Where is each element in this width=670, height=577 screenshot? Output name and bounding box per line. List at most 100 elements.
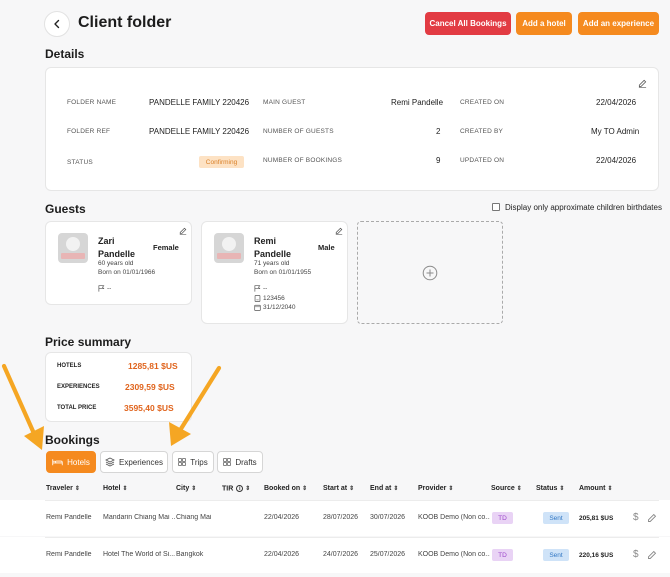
updated-on-value: 22/04/2026 [596,156,637,165]
status-badge: Sent [543,512,569,524]
approx-birthdates-label: Display only approximate children birthd… [505,203,662,212]
column-header-traveler[interactable]: Traveler ⇕ [46,485,80,492]
amount-cell: 220,16 $US [579,552,614,559]
sort-icon: ⇕ [607,486,613,492]
main-guest-label: MAIN GUEST [263,99,306,106]
edit-guest-icon[interactable] [335,227,343,235]
guest-first-name: Remi [254,236,277,246]
column-header-start-at[interactable]: Start at ⇕ [323,485,354,492]
number-of-guests-label: NUMBER OF GUESTS [263,128,334,135]
edit-booking-icon[interactable] [647,550,657,560]
layers-icon [105,457,115,467]
status-label: STATUS [67,159,93,166]
column-header-status[interactable]: Status ⇕ [536,485,564,492]
info-icon: i [236,485,244,492]
payment-icon[interactable]: $ [633,512,639,523]
avatar [214,233,244,263]
city-cell: Chiang Mai [176,514,212,521]
plus-circle-icon [422,265,438,281]
booked-on-cell: 22/04/2026 [264,514,300,521]
avatar [58,233,88,263]
add-hotel-button[interactable]: Add a hotel [516,12,572,35]
payment-icon[interactable]: $ [633,549,639,560]
guest-nationality: -- [107,285,112,292]
price-summary-title: Price summary [45,335,132,349]
provider-cell: KOOB Demo (Non co... [418,551,490,558]
back-button[interactable] [44,11,70,37]
sort-icon: ⇕ [245,486,251,493]
tab-trips[interactable]: Trips [172,451,214,473]
sort-icon: ⇕ [302,486,308,492]
tab-experiences[interactable]: Experiences [100,451,168,473]
details-title: Details [45,47,85,61]
column-header-amount[interactable]: Amount ⇕ [579,485,612,492]
passport-icon [254,295,261,302]
calendar-icon [254,304,261,311]
bed-icon [52,459,63,466]
guest-birthdate: Born on 01/01/1955 [254,269,312,276]
column-header-source[interactable]: Source ⇕ [491,485,522,492]
guest-passport-expiry: 31/12/2040 [263,304,296,311]
total-price-label: TOTAL PRICE [57,405,97,411]
created-by-label: CREATED BY [460,128,504,135]
guest-age: 71 years old [254,260,290,267]
cancel-all-bookings-button[interactable]: Cancel All Bookings [425,12,511,35]
approx-birthdates-checkbox[interactable] [492,203,500,211]
number-of-bookings-value: 9 [436,156,441,165]
hotel-cell: Hotel The World of Si... [103,551,175,558]
flag-icon [254,285,261,292]
hotels-price-label: HOTELS [57,363,82,369]
guest-gender: Female [153,243,179,252]
row-divider [45,500,659,501]
column-header-provider[interactable]: Provider ⇕ [418,485,453,492]
sort-icon: ⇕ [122,486,128,492]
sort-icon: ⇕ [393,486,399,492]
provider-cell: KOOB Demo (Non co... [418,514,490,521]
created-by-value: My TO Admin [591,127,640,136]
guest-passport: 123456 [263,295,285,302]
annotation-arrow-icon [169,365,222,446]
sort-icon: ⇕ [448,486,454,492]
sort-icon: ⇕ [516,486,522,492]
details-card [45,67,659,191]
start-at-cell: 24/07/2026 [323,551,359,558]
status-badge: Sent [543,549,569,561]
number-of-bookings-label: NUMBER OF BOOKINGS [263,157,343,164]
main-guest-value: Remi Pandelle [391,98,444,107]
tab-label: Experiences [118,457,164,467]
guest-last-name: Pandelle [254,249,292,259]
column-header-tir[interactable]: TIR i ⇕ [222,485,250,492]
folder-name-label: FOLDER NAME [67,99,117,106]
status-badge: Confirming [199,156,244,168]
source-badge: TD [492,549,513,561]
page-title: Client folder [78,14,172,31]
hotel-cell: Mandarin Chiang Mai ... [103,514,175,521]
folder-ref-value: PANDELLE FAMILY 220426 [149,127,250,136]
end-at-cell: 25/07/2026 [370,551,406,558]
guests-title: Guests [45,202,86,216]
column-header-hotel[interactable]: Hotel ⇕ [103,485,128,492]
edit-guest-icon[interactable] [179,227,187,235]
created-on-value: 22/04/2026 [596,98,637,107]
edit-details-icon[interactable] [638,79,647,88]
updated-on-label: UPDATED ON [460,157,505,164]
amount-cell: 205,81 $US [579,515,614,522]
guest-gender: Male [318,243,335,252]
grid-icon [178,458,186,466]
bookings-title: Bookings [45,433,100,447]
add-experience-button[interactable]: Add an experience [578,12,659,35]
column-header-end-at[interactable]: End at ⇕ [370,485,398,492]
sort-icon: ⇕ [349,486,355,492]
column-header-booked-on[interactable]: Booked on ⇕ [264,485,307,492]
created-on-label: CREATED ON [460,99,505,106]
tab-drafts[interactable]: Drafts [217,451,263,473]
edit-booking-icon[interactable] [647,513,657,523]
city-cell: Bangkok [176,551,204,558]
tab-hotels[interactable]: Hotels [46,451,96,473]
booked-on-cell: 22/04/2026 [264,551,300,558]
column-header-city[interactable]: City ⇕ [176,485,196,492]
guest-last-name: Pandelle [98,249,136,259]
start-at-cell: 28/07/2026 [323,514,359,521]
folder-name-value: PANDELLE FAMILY 220426 [149,98,250,107]
tab-label: Drafts [235,457,257,467]
